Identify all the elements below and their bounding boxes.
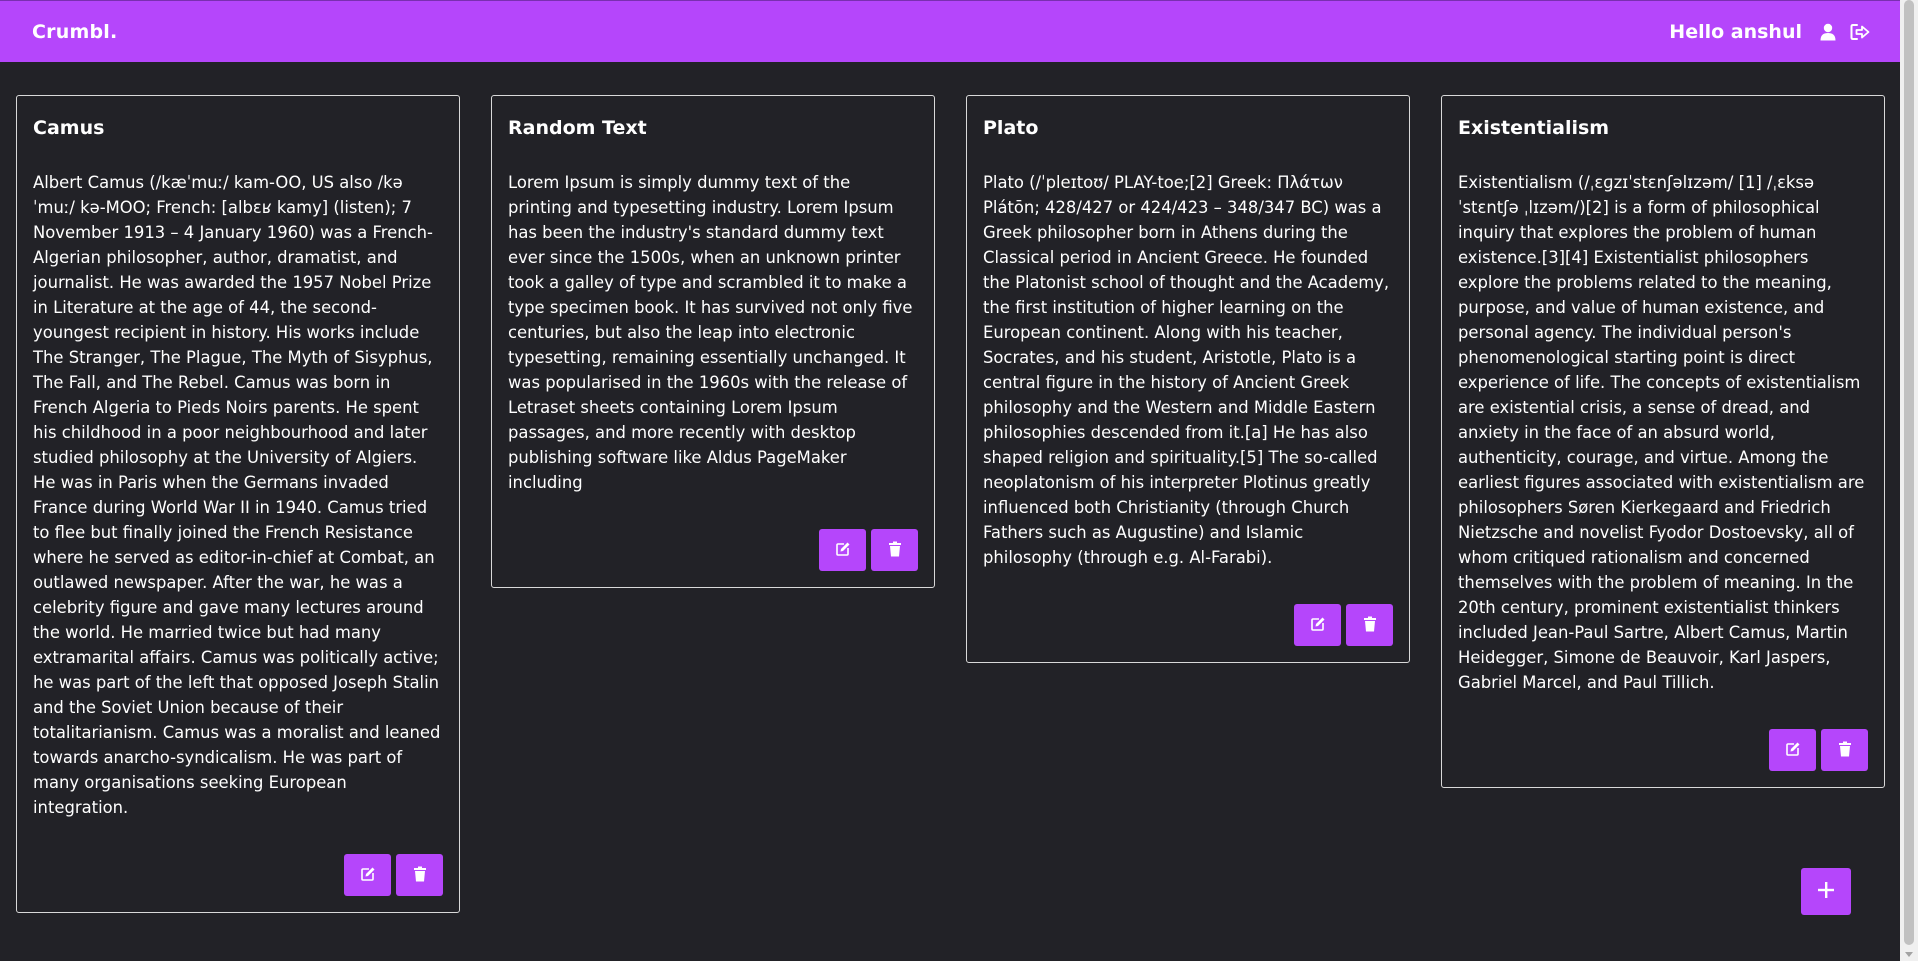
edit-note-button[interactable]: [1769, 729, 1816, 771]
trash-icon: [413, 866, 427, 885]
trash-icon: [1363, 616, 1377, 635]
note-actions: [33, 854, 443, 896]
note-actions: [1458, 729, 1868, 771]
note-card-camus: Camus Albert Camus (/kæˈmuː/ kam-OO, US …: [16, 95, 460, 913]
note-body: Albert Camus (/kæˈmuː/ kam-OO, US also /…: [33, 173, 441, 817]
edit-icon: [360, 866, 376, 885]
delete-note-button[interactable]: [871, 529, 918, 571]
delete-note-button[interactable]: [396, 854, 443, 896]
scrollbar-thumb[interactable]: [1904, 0, 1914, 945]
edit-note-button[interactable]: [1294, 604, 1341, 646]
scroll-down-arrow-icon[interactable]: [1905, 952, 1913, 957]
note-body: Plato (/ˈpleɪtoʊ/ PLAY-toe;[2] Greek: Πλ…: [983, 173, 1390, 567]
edit-icon: [1785, 741, 1801, 760]
note-title: Plato: [983, 117, 1039, 139]
edit-icon: [835, 541, 851, 560]
user-icon[interactable]: [1818, 22, 1838, 42]
delete-note-button[interactable]: [1821, 729, 1868, 771]
note-card-plato: Plato Plato (/ˈpleɪtoʊ/ PLAY-toe;[2] Gre…: [966, 95, 1410, 663]
brand-logo[interactable]: Crumbl.: [32, 21, 117, 43]
edit-icon: [1310, 616, 1326, 635]
add-note-button[interactable]: [1801, 868, 1851, 915]
delete-note-button[interactable]: [1346, 604, 1393, 646]
navbar: Crumbl. Hello anshul: [0, 0, 1900, 62]
note-title: Existentialism: [1458, 117, 1610, 139]
note-card-random-text: Random Text Lorem Ipsum is simply dummy …: [491, 95, 935, 588]
note-title: Random Text: [508, 117, 647, 139]
page-scrollbar[interactable]: [1900, 0, 1918, 961]
trash-icon: [888, 541, 902, 560]
note-actions: [983, 604, 1393, 646]
edit-note-button[interactable]: [344, 854, 391, 896]
note-body: Lorem Ipsum is simply dummy text of the …: [508, 173, 913, 492]
note-body: Existentialism (/ˌɛɡzɪˈstɛnʃəlɪzəm/ [1] …: [1458, 173, 1865, 692]
note-card-existentialism: Existentialism Existentialism (/ˌɛɡzɪˈst…: [1441, 95, 1885, 788]
trash-icon: [1838, 741, 1852, 760]
edit-note-button[interactable]: [819, 529, 866, 571]
note-title: Camus: [33, 117, 105, 139]
plus-icon: [1816, 880, 1836, 904]
note-actions: [508, 529, 918, 571]
logout-icon[interactable]: [1850, 22, 1870, 42]
navbar-user-area: Hello anshul: [1669, 21, 1870, 43]
user-greeting: Hello anshul: [1669, 20, 1802, 43]
